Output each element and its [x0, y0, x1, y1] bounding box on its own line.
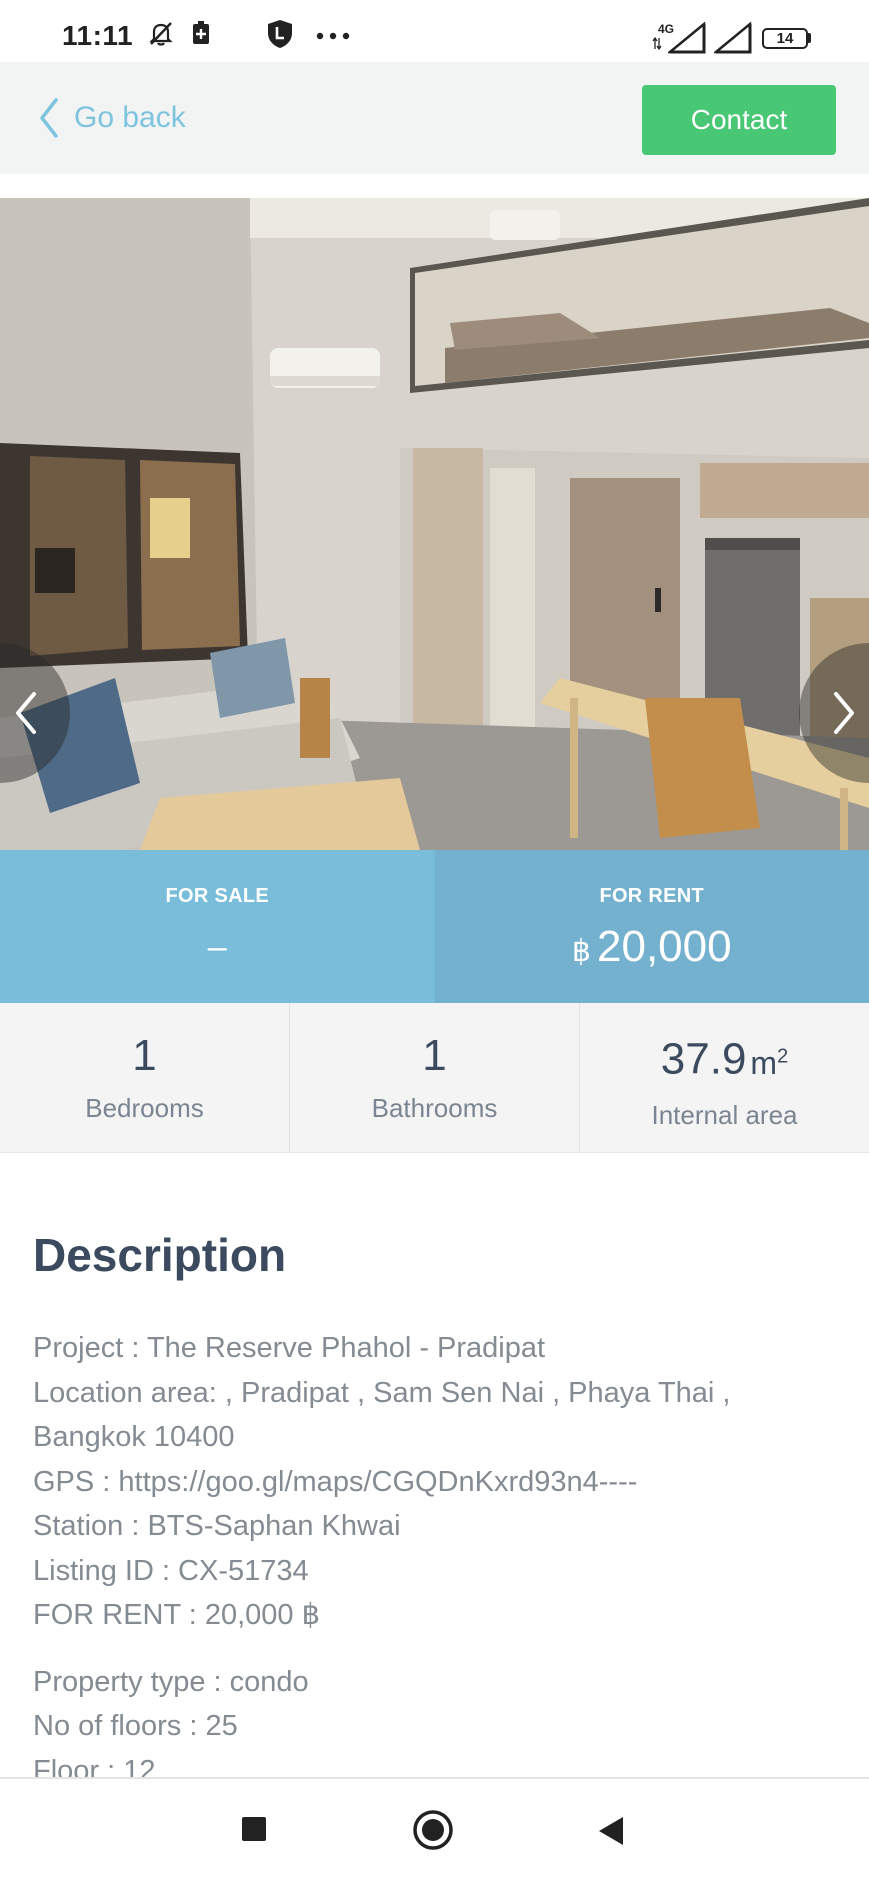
top-bar: Go back Contact [0, 62, 869, 174]
area-display: 37.9m2 [661, 1031, 788, 1088]
home-circle-icon[interactable] [412, 1809, 454, 1851]
area-label: Internal area [652, 1100, 798, 1131]
data-arrows-icon [652, 24, 662, 52]
more-icon [316, 32, 350, 40]
system-nav-bar [0, 1777, 869, 1885]
for-rent-block: FOR RENT ฿20,000 [435, 850, 869, 1003]
price-band: FOR SALE – FOR RENT ฿20,000 [0, 850, 869, 1003]
for-rent-value: 20,000 [597, 922, 732, 971]
mute-bell-icon [146, 18, 176, 48]
for-sale-value: – [208, 922, 227, 972]
signal-icon [668, 22, 708, 54]
status-bar: 11:11 4G 14 [0, 0, 869, 62]
for-sale-block: FOR SALE – [0, 850, 435, 1003]
area-unit-sup: 2 [777, 1045, 788, 1067]
back-triangle-icon[interactable] [597, 1815, 625, 1847]
for-rent-price: ฿20,000 [572, 922, 732, 977]
stat-bedrooms: 1 Bedrooms [0, 1003, 290, 1152]
battery-level: 14 [762, 28, 808, 49]
desc-line: No of floors : 25 [33, 1704, 833, 1749]
chevron-left-icon [12, 690, 40, 736]
status-time: 11:11 [62, 20, 133, 52]
signal-icon-2 [714, 22, 754, 54]
area-value: 37.9 [661, 1035, 747, 1084]
for-sale-label: FOR SALE [165, 885, 269, 908]
property-stats: 1 Bedrooms 1 Bathrooms 37.9m2 Internal a… [0, 1003, 869, 1153]
bedrooms-label: Bedrooms [85, 1093, 204, 1124]
vpn-shield-icon [266, 18, 294, 50]
listing-photo [0, 198, 869, 850]
desc-line: GPS : https://goo.gl/maps/CGQDnKxrd93n4-… [33, 1460, 833, 1505]
area-unit: m2 [750, 1045, 788, 1081]
area-unit-text: m [750, 1045, 777, 1081]
recents-square-icon[interactable] [240, 1815, 268, 1843]
stat-bathrooms: 1 Bathrooms [290, 1003, 580, 1152]
desc-spacer [33, 1638, 833, 1660]
desc-line: Listing ID : CX-51734 [33, 1549, 833, 1594]
go-back-button[interactable]: Go back [38, 95, 186, 141]
desc-line: FOR RENT : 20,000 ฿ [33, 1593, 833, 1638]
desc-line: Property type : condo [33, 1660, 833, 1705]
bedrooms-value: 1 [132, 1031, 156, 1081]
photo-gallery[interactable] [0, 198, 869, 850]
for-rent-label: FOR RENT [599, 885, 704, 908]
desc-line: Project : The Reserve Phahol - Pradipat [33, 1326, 833, 1371]
description-body: Project : The Reserve Phahol - Pradipat … [33, 1326, 833, 1793]
currency-symbol: ฿ [572, 935, 591, 968]
go-back-label: Go back [74, 101, 186, 135]
battery-tip [808, 33, 811, 43]
desc-line: Station : BTS-Saphan Khwai [33, 1504, 833, 1549]
stat-internal-area: 37.9m2 Internal area [580, 1003, 869, 1152]
bathrooms-value: 1 [422, 1031, 446, 1081]
contact-button[interactable]: Contact [642, 85, 836, 155]
chevron-left-icon [38, 98, 60, 138]
chevron-right-icon [830, 690, 858, 736]
desc-line: Bangkok 10400 [33, 1415, 833, 1460]
bathrooms-label: Bathrooms [372, 1093, 498, 1124]
desc-line: Location area: , Pradipat , Sam Sen Nai … [33, 1371, 833, 1416]
battery-saver-icon [190, 18, 212, 48]
description-title: Description [33, 1228, 286, 1282]
